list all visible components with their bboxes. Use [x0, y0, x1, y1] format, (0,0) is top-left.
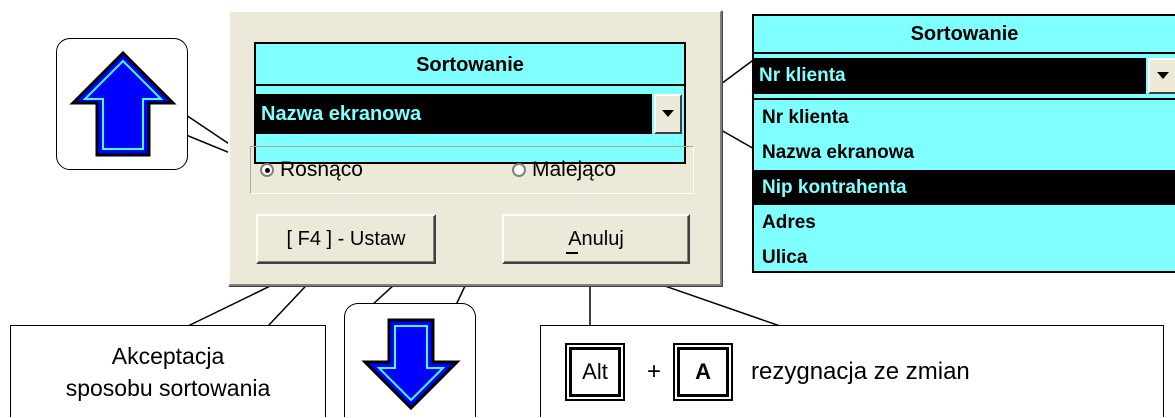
- accept-callout-line2: sposobu sortowania: [65, 375, 271, 401]
- sort-combo-value[interactable]: Nazwa ekranowa: [256, 94, 652, 134]
- combo-arrow-icon: [662, 110, 674, 117]
- dropdown-option[interactable]: Ulica: [754, 240, 1175, 275]
- key-alt: Alt: [565, 342, 625, 401]
- cancel-button-label: Anuluj: [568, 227, 624, 250]
- cancel-mnemonic-underline: [566, 252, 578, 254]
- arrow-up-icon: [69, 50, 177, 157]
- set-button[interactable]: [ F4 ] - Ustaw: [256, 214, 436, 264]
- dropdown-combo[interactable]: Nr klienta: [754, 54, 1175, 100]
- cancel-shortcut-text: rezygnacja ze zmian: [751, 357, 970, 385]
- dropdown-combo-value[interactable]: Nr klienta: [754, 58, 1146, 94]
- dropdown-option[interactable]: Nazwa ekranowa: [754, 135, 1175, 170]
- arrow-down-icon: [361, 318, 461, 411]
- dropdown-option[interactable]: Adres: [754, 205, 1175, 240]
- key-a: A: [673, 342, 734, 401]
- up-arrow-callout: [56, 38, 188, 170]
- dropdown-title: Sortowanie: [754, 16, 1175, 54]
- sort-dropdown-panel: Sortowanie Nr klienta Nr klienta Nazwa e…: [752, 14, 1175, 273]
- combo-arrow-icon: [1157, 72, 1169, 79]
- dropdown-list: Nr klienta Nazwa ekranowa Nip kontrahent…: [754, 100, 1175, 275]
- dropdown-combo-button[interactable]: [1148, 58, 1175, 94]
- radio-descending[interactable]: Malejąco: [512, 158, 616, 182]
- plus-sign: +: [647, 357, 662, 385]
- accept-callout: Akceptacja sposobu sortowania: [10, 325, 326, 417]
- radio-ascending-dot[interactable]: [260, 163, 274, 177]
- radio-ascending-label: Rosnąco: [280, 158, 363, 181]
- dropdown-option-selected[interactable]: Nip kontrahenta: [754, 170, 1175, 205]
- cancel-button[interactable]: Anuluj: [502, 214, 690, 264]
- sort-combo-button[interactable]: [654, 94, 682, 134]
- cancel-shortcut-callout: Alt + A rezygnacja ze zmian: [540, 325, 1164, 417]
- sort-title: Sortowanie: [256, 44, 684, 86]
- radio-ascending[interactable]: Rosnąco: [260, 158, 363, 182]
- radio-descending-dot[interactable]: [512, 163, 526, 177]
- down-arrow-callout: [344, 303, 476, 417]
- radio-descending-label: Malejąco: [532, 158, 617, 181]
- accept-callout-line1: Akceptacja: [111, 343, 225, 369]
- dropdown-option[interactable]: Nr klienta: [754, 100, 1175, 135]
